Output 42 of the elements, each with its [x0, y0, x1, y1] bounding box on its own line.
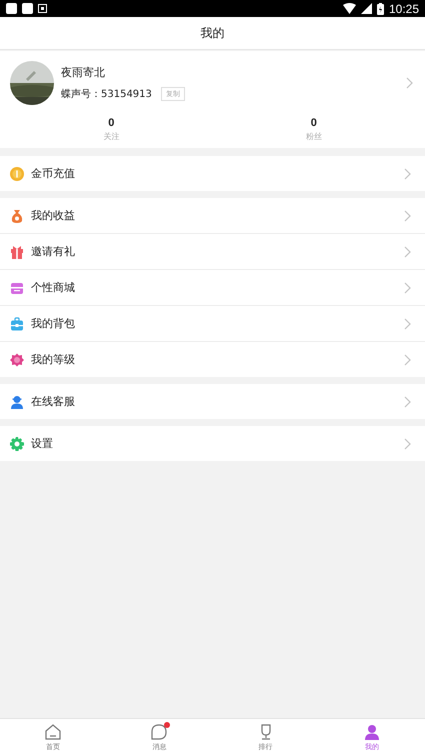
gift-icon [10, 244, 24, 258]
chevron-right-icon [404, 438, 411, 450]
backpack-icon [10, 316, 24, 330]
chevron-right-icon [404, 396, 411, 408]
stat-count: 0 [108, 117, 114, 129]
page-title: 我的 [200, 24, 224, 42]
menu-item[interactable]: 我的收益 [0, 198, 425, 234]
wifi-icon [342, 3, 356, 14]
chevron-right-icon [404, 246, 411, 258]
signal-icon [360, 3, 372, 14]
chevron-right-icon [404, 282, 411, 294]
home-icon [44, 722, 62, 740]
notification-icon [6, 3, 17, 14]
stat-count: 0 [310, 117, 317, 129]
user-icon [10, 394, 24, 408]
menu-item[interactable]: 金币充值 [0, 156, 425, 191]
notification-icon [22, 3, 33, 14]
stat-label: 粉丝 [306, 131, 322, 142]
menu-item[interactable]: 邀请有礼 [0, 234, 425, 270]
settings-icon [10, 436, 24, 450]
stat-label: 关注 [103, 131, 120, 142]
chevron-right-icon [404, 354, 411, 366]
store-icon [10, 280, 24, 294]
battery-icon [376, 2, 384, 14]
user-id: 蝶声号：53154913 [61, 88, 152, 101]
notification-icon [38, 4, 47, 13]
badge-icon [10, 352, 24, 366]
menu-item[interactable]: 我的背包 [0, 306, 425, 342]
coin-icon [10, 166, 24, 180]
menu-item[interactable]: 个性商城 [0, 270, 425, 306]
user-name: 夜雨寄北 [61, 65, 106, 80]
menu-item[interactable]: 我的等级 [0, 342, 425, 377]
status-time: 10:25 [388, 2, 419, 16]
chevron-right-icon [404, 168, 411, 180]
chat-bubble-icon [150, 722, 168, 740]
menu-item[interactable]: 在线客服 [0, 384, 425, 419]
chevron-right-icon [404, 318, 411, 330]
menu-item[interactable]: 设置 [0, 426, 425, 461]
money-bag-icon [10, 208, 24, 222]
person-icon [362, 722, 381, 740]
chevron-right-icon [404, 210, 411, 222]
chevron-right-icon [406, 77, 413, 89]
